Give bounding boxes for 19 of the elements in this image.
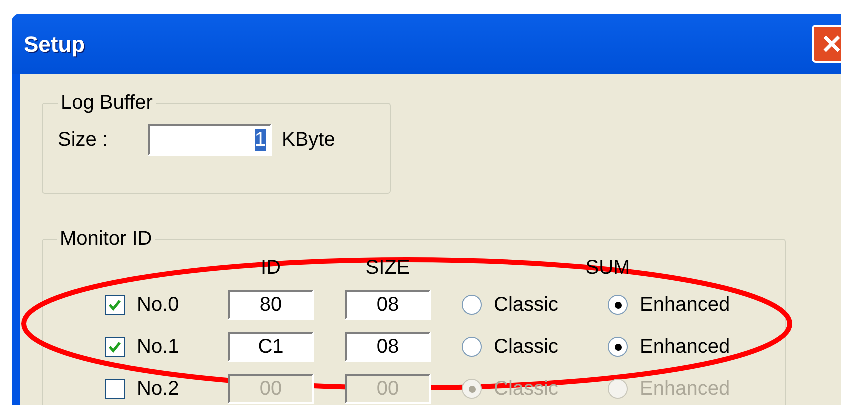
row-label: No.0 <box>137 293 180 318</box>
radio-label: Classic <box>494 293 558 318</box>
row-label: No.2 <box>137 377 180 402</box>
input-field[interactable]: 08 <box>345 290 431 320</box>
column-header: SIZE <box>364 256 412 281</box>
field-label: Size : <box>58 128 110 153</box>
row-label: No.1 <box>137 335 180 360</box>
input-field[interactable]: 1 <box>148 124 272 156</box>
radio-label: Enhanced <box>640 377 730 402</box>
input-field[interactable]: C1 <box>228 332 314 362</box>
radio-label: Enhanced <box>640 335 730 360</box>
radio-label: Classic <box>494 335 558 360</box>
input-field[interactable]: 80 <box>228 290 314 320</box>
input-field[interactable]: 08 <box>345 332 431 362</box>
group-title: Monitor ID <box>59 227 154 252</box>
group-title: Log Buffer <box>60 91 154 116</box>
window-title: Setup <box>24 30 86 59</box>
radio-label: Enhanced <box>640 293 730 318</box>
unit-label: KByte <box>282 128 336 153</box>
